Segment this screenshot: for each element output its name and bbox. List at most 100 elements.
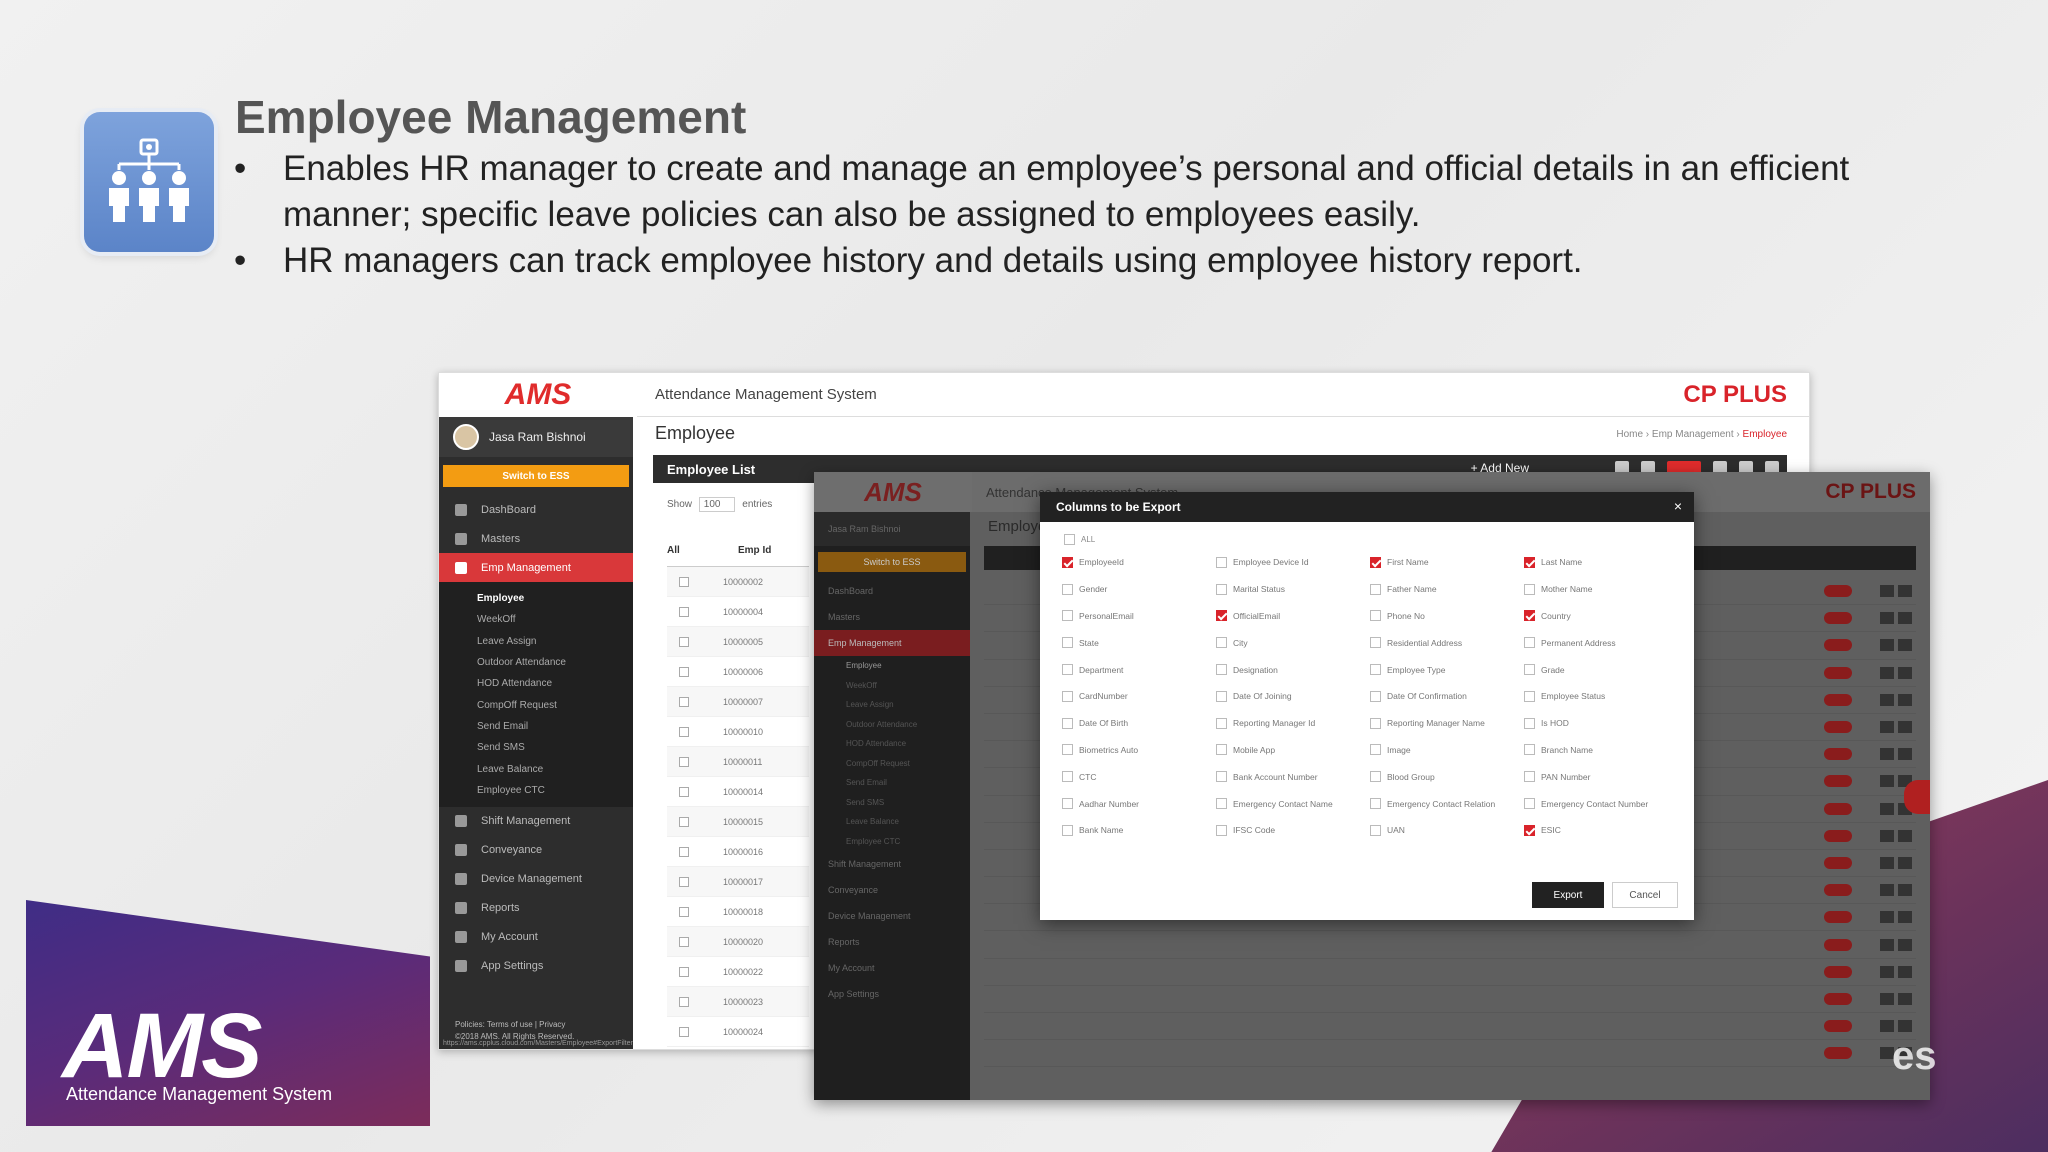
submenu-item-employee-ctc[interactable]: Employee CTC [439,780,633,801]
checkbox[interactable] [1370,556,1381,568]
export-option[interactable]: Grade [1524,661,1678,678]
sidebar-item-reports[interactable]: Reports [814,929,970,955]
row-checkbox[interactable] [679,876,689,887]
checkbox[interactable] [1524,717,1535,729]
edit-icon[interactable] [1880,829,1894,842]
submenu-item-send-sms[interactable]: Send SMS [439,737,633,758]
sidebar-item-device-management[interactable]: Device Management [439,865,633,894]
export-option[interactable]: Emergency Contact Name [1216,795,1370,812]
delete-icon[interactable] [1898,911,1912,924]
row-checkbox[interactable] [679,666,689,677]
footer-policies[interactable]: Policies: Terms of use | Privacy [455,1019,574,1031]
breadcrumb-home[interactable]: Home [1616,429,1643,440]
row-checkbox[interactable] [679,816,689,827]
submenu-item-hod-attendance[interactable]: HOD Attendance [814,734,970,754]
submenu-item-leave-assign[interactable]: Leave Assign [439,631,633,652]
edit-icon[interactable] [1880,666,1894,679]
export-option[interactable]: CardNumber [1062,688,1216,705]
delete-icon[interactable] [1898,693,1912,706]
checkbox[interactable] [1062,610,1073,622]
export-option[interactable]: First Name [1370,554,1524,571]
checkbox[interactable] [1062,583,1073,595]
row-checkbox[interactable] [679,996,689,1007]
row-checkbox[interactable] [679,606,689,617]
export-option[interactable]: CTC [1062,768,1216,785]
export-option[interactable]: Is HOD [1524,715,1678,732]
submenu-item-employee[interactable]: Employee [814,656,970,676]
submenu-item-weekoff[interactable]: WeekOff [814,676,970,696]
table-row[interactable]: 10000002 [667,567,809,597]
submenu-item-leave-assign[interactable]: Leave Assign [814,695,970,715]
submenu-item-compoff-request[interactable]: CompOff Request [814,754,970,774]
export-option[interactable]: Mother Name [1524,581,1678,598]
table-row[interactable]: 10000022 [667,957,809,987]
submenu-item-employee[interactable]: Employee [439,588,633,609]
checkbox[interactable] [1216,771,1227,783]
delete-icon[interactable] [1898,585,1912,598]
submenu-item-send-email[interactable]: Send Email [814,773,970,793]
status-toggle[interactable] [1824,911,1852,924]
checkbox[interactable] [1370,610,1381,622]
status-toggle[interactable] [1824,639,1852,652]
status-toggle[interactable] [1824,748,1852,761]
delete-icon[interactable] [1898,856,1912,869]
table-row[interactable]: 10000007 [667,687,809,717]
checkbox[interactable] [1370,824,1381,836]
delete-icon[interactable] [1898,748,1912,761]
submenu-item-leave-balance[interactable]: Leave Balance [814,812,970,832]
edit-icon[interactable] [1880,884,1894,897]
checkbox[interactable] [1062,744,1073,756]
close-icon[interactable]: × [1674,498,1682,514]
row-checkbox[interactable] [679,966,689,977]
export-option[interactable]: Aadhar Number [1062,795,1216,812]
checkbox[interactable] [1216,637,1227,649]
submenu-item-hod-attendance[interactable]: HOD Attendance [439,673,633,694]
checkbox[interactable] [1370,771,1381,783]
status-toggle[interactable] [1824,666,1852,679]
checkbox[interactable] [1370,690,1381,702]
edit-icon[interactable] [1880,802,1894,815]
user-profile[interactable]: Jasa Ram Bishnoi [814,512,970,546]
export-option[interactable]: Permanent Address [1524,634,1678,651]
checkbox[interactable] [1524,637,1535,649]
export-option[interactable]: Employee Device Id [1216,554,1370,571]
edit-icon[interactable] [1880,911,1894,924]
sidebar-item-shift-management[interactable]: Shift Management [814,851,970,877]
checkbox[interactable] [1062,717,1073,729]
sidebar-item-device-management[interactable]: Device Management [814,903,970,929]
status-toggle[interactable] [1824,965,1852,978]
checkbox[interactable] [1524,583,1535,595]
export-option[interactable]: Employee Type [1370,661,1524,678]
switch-to-ess-button[interactable]: Switch to ESS [818,552,966,572]
sidebar-item-dashboard[interactable]: DashBoard [814,578,970,604]
checkbox[interactable] [1216,583,1227,595]
export-option[interactable]: Residential Address [1370,634,1524,651]
checkbox[interactable] [1524,798,1535,810]
app-logo[interactable]: AMS [814,472,972,512]
status-toggle[interactable] [1824,721,1852,734]
export-option[interactable]: Emergency Contact Number [1524,795,1678,812]
table-row[interactable]: 10000023 [667,987,809,1017]
checkbox[interactable] [1216,664,1227,676]
checkbox[interactable] [1524,744,1535,756]
sidebar-item-app-settings[interactable]: App Settings [814,981,970,1007]
sidebar-item-dashboard[interactable]: DashBoard [439,495,633,524]
checkbox[interactable] [1216,824,1227,836]
checkbox[interactable] [1062,637,1073,649]
checkbox[interactable] [1524,771,1535,783]
status-toggle[interactable] [1824,693,1852,706]
row-checkbox[interactable] [679,936,689,947]
export-option[interactable]: Biometrics Auto [1062,742,1216,759]
checkbox[interactable] [1216,717,1227,729]
checkbox[interactable] [1062,664,1073,676]
delete-icon[interactable] [1898,612,1912,625]
column-emp-id[interactable]: Emp Id [738,545,809,566]
delete-icon[interactable] [1898,992,1912,1005]
delete-icon[interactable] [1898,639,1912,652]
submenu-item-send-email[interactable]: Send Email [439,716,633,737]
checkbox[interactable] [1216,610,1227,622]
sidebar-item-emp-management[interactable]: Emp Management [439,553,633,582]
row-checkbox[interactable] [679,726,689,737]
edit-icon[interactable] [1880,612,1894,625]
export-button[interactable]: Export [1532,882,1604,908]
